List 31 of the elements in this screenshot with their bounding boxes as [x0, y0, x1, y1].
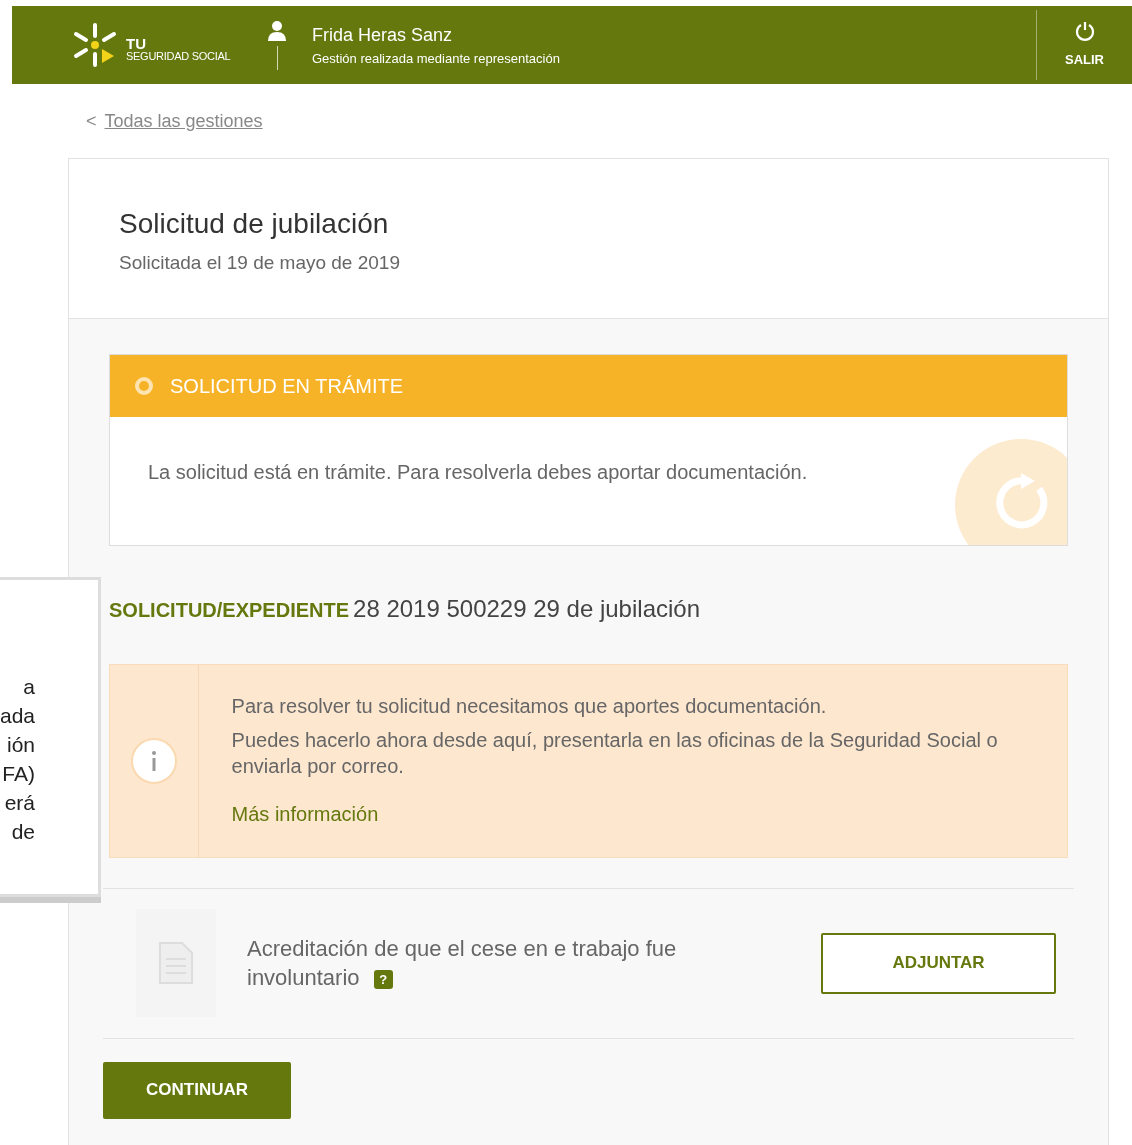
logout-button[interactable]: SALIR	[1037, 6, 1132, 84]
document-requirement: Acreditación de que el cese en e trabajo fue involuntario ?	[247, 935, 678, 992]
info-icon	[129, 736, 178, 785]
info-text: Puedes hacerlo ahora desde aquí, presentarla en las oficinas de la Seguridad Social o enviarla por correo.	[231, 727, 999, 779]
popover-text: a	[23, 674, 35, 700]
logo-text: TU	[126, 36, 147, 51]
file-label: SOLICITUD/EXPEDIENTE	[109, 597, 350, 623]
user-name: Frida Heras Sanz	[312, 23, 454, 47]
info-text: Para resolver tu solicitud necesitamos que aportes documentación.	[231, 693, 828, 719]
popover-text: ión	[6, 732, 35, 758]
status-message: La solicitud está en trámite. Para resolverla debes aportar documentación.	[148, 459, 809, 485]
continue-button[interactable]: CONTINUAR	[103, 1061, 291, 1119]
request-date: Solicitada el 19 de mayo de 2019	[119, 251, 401, 275]
popover-text: de	[11, 819, 35, 845]
more-info-link[interactable]: Más información	[231, 798, 1034, 829]
user-note: Gestión realizada mediante representación	[312, 49, 561, 68]
popover-text: ada	[0, 703, 35, 729]
logo-subtext: SEGURIDAD SOCIAL	[126, 51, 231, 62]
back-caret: <	[86, 110, 97, 133]
back-link[interactable]: Todas las gestiones	[104, 108, 263, 135]
popover-text: erá	[4, 790, 35, 816]
person-icon	[267, 20, 287, 42]
help-badge[interactable]: ?	[373, 969, 393, 989]
snowflake-logo-icon	[72, 22, 118, 68]
request-title: Solicitud de jubilación	[119, 207, 390, 241]
file-number: 28 2019 500229 29 de jubilación	[353, 593, 700, 624]
ring-icon	[134, 375, 154, 396]
attach-button[interactable]: ADJUNTAR	[821, 932, 1056, 994]
power-icon	[1073, 20, 1096, 43]
popover-text: FA)	[2, 761, 35, 787]
status-label: SOLICITUD EN TRÁMITE	[170, 373, 403, 399]
